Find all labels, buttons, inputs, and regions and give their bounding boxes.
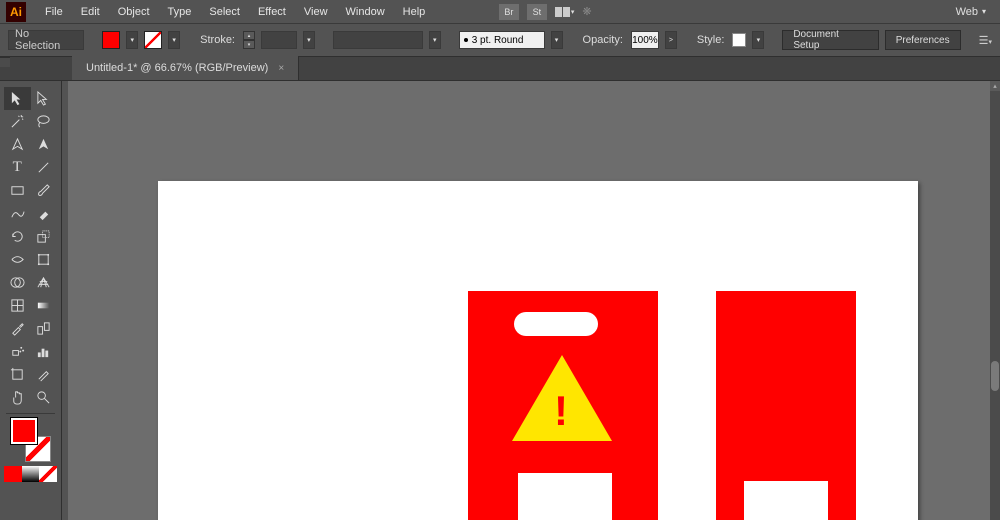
menu-view[interactable]: View xyxy=(295,6,337,18)
menu-bar: Ai File Edit Object Type Select Effect V… xyxy=(0,0,1000,24)
leg-cutout xyxy=(744,481,828,520)
magic-wand-tool[interactable] xyxy=(4,110,31,133)
artboard-tool[interactable] xyxy=(4,363,31,386)
stroke-dropdown[interactable]: ▾ xyxy=(168,31,180,49)
graphic-style-swatch[interactable] xyxy=(732,33,746,47)
color-mode-solid[interactable] xyxy=(4,466,22,482)
document-tab-strip: Untitled-1* @ 66.67% (RGB/Preview) × xyxy=(0,57,1000,81)
document-tab[interactable]: Untitled-1* @ 66.67% (RGB/Preview) × xyxy=(72,56,299,80)
artboard[interactable]: ! xyxy=(158,181,918,520)
profile-name: 3 pt. Round xyxy=(472,35,524,46)
canvas-area[interactable]: ! xyxy=(68,81,990,520)
perspective-grid-tool[interactable] xyxy=(31,271,58,294)
close-tab-icon[interactable]: × xyxy=(278,63,284,74)
opacity-label: Opacity: xyxy=(581,34,625,46)
leg-cutout xyxy=(518,473,612,520)
app-logo-icon: Ai xyxy=(6,2,26,22)
workspace-label: Web xyxy=(956,6,978,18)
fill-swatch[interactable] xyxy=(102,31,120,49)
slice-tool[interactable] xyxy=(31,363,58,386)
rectangle-tool[interactable] xyxy=(4,179,31,202)
brush-dropdown[interactable]: ▾ xyxy=(429,31,441,49)
selection-indicator: No Selection xyxy=(8,30,84,50)
shape-builder-tool[interactable] xyxy=(4,271,31,294)
shaper-tool[interactable] xyxy=(4,202,31,225)
tools-panel: T xyxy=(0,81,62,520)
eraser-tool[interactable] xyxy=(31,202,58,225)
scale-tool[interactable] xyxy=(31,225,58,248)
menu-type[interactable]: Type xyxy=(159,6,201,18)
paintbrush-tool[interactable] xyxy=(31,179,58,202)
document-setup-button[interactable]: Document Setup xyxy=(782,30,878,50)
lasso-tool[interactable] xyxy=(31,110,58,133)
stroke-weight-field[interactable] xyxy=(261,31,297,49)
scroll-up-icon[interactable]: ▴ xyxy=(990,81,1000,91)
panel-dock-grip[interactable] xyxy=(0,57,10,67)
scroll-thumb[interactable] xyxy=(991,361,999,391)
color-mode-none[interactable] xyxy=(39,466,57,482)
control-bar: No Selection ▾ ▾ Stroke: ▴▾ ▾ ▾ 3 pt. Ro… xyxy=(0,24,1000,57)
rotate-tool[interactable] xyxy=(4,225,31,248)
opacity-dropdown[interactable]: > xyxy=(665,31,677,49)
menu-help[interactable]: Help xyxy=(394,6,435,18)
dot-icon xyxy=(464,38,468,42)
brush-definition[interactable] xyxy=(333,31,423,49)
selection-tool[interactable] xyxy=(4,87,31,110)
exclamation-icon: ! xyxy=(554,387,568,435)
menu-file[interactable]: File xyxy=(36,6,72,18)
profile-dropdown[interactable]: ▾ xyxy=(551,31,563,49)
blend-tool[interactable] xyxy=(31,317,58,340)
caution-sign-shape[interactable]: ! xyxy=(468,291,658,520)
stroke-swatch[interactable] xyxy=(144,31,162,49)
pen-tool[interactable] xyxy=(4,133,31,156)
menu-object[interactable]: Object xyxy=(109,6,159,18)
stroke-weight-stepper[interactable]: ▴▾ xyxy=(243,31,255,49)
style-dropdown[interactable]: ▾ xyxy=(752,31,764,49)
arrange-docs-icon[interactable]: ▾ xyxy=(555,7,575,17)
variable-width-profile[interactable]: 3 pt. Round xyxy=(459,31,545,49)
style-label: Style: xyxy=(695,34,727,46)
stroke-weight-dropdown[interactable]: ▾ xyxy=(303,31,315,49)
eyedropper-tool[interactable] xyxy=(4,317,31,340)
line-tool[interactable] xyxy=(31,156,58,179)
chevron-down-icon: ▾ xyxy=(982,7,986,16)
gpu-icon[interactable]: ❋ xyxy=(582,5,591,18)
preferences-button[interactable]: Preferences xyxy=(885,30,961,50)
fill-color-swatch[interactable] xyxy=(11,418,37,444)
symbol-sprayer-tool[interactable] xyxy=(4,340,31,363)
free-transform-tool[interactable] xyxy=(31,248,58,271)
width-tool[interactable] xyxy=(4,248,31,271)
menu-select[interactable]: Select xyxy=(200,6,249,18)
document-tab-title: Untitled-1* @ 66.67% (RGB/Preview) xyxy=(86,62,268,74)
type-tool[interactable]: T xyxy=(4,156,31,179)
menu-edit[interactable]: Edit xyxy=(72,6,109,18)
menu-effect[interactable]: Effect xyxy=(249,6,295,18)
fill-stroke-swatches[interactable] xyxy=(11,418,51,462)
color-mode-gradient[interactable] xyxy=(22,466,40,482)
workspace-switcher[interactable]: Web ▾ xyxy=(948,6,994,18)
vertical-scrollbar[interactable]: ▴ xyxy=(990,81,1000,520)
fill-dropdown[interactable]: ▾ xyxy=(126,31,138,49)
curvature-tool[interactable] xyxy=(31,133,58,156)
red-rectangle-shape[interactable] xyxy=(716,291,856,520)
zoom-tool[interactable] xyxy=(31,386,58,409)
hand-tool[interactable] xyxy=(4,386,31,409)
mesh-tool[interactable] xyxy=(4,294,31,317)
handle-slot xyxy=(514,312,598,336)
stock-button[interactable]: St xyxy=(527,4,547,20)
direct-selection-tool[interactable] xyxy=(31,87,58,110)
bridge-button[interactable]: Br xyxy=(499,4,519,20)
opacity-field[interactable]: 100% xyxy=(631,31,659,49)
align-flyout-icon[interactable]: ☰▾ xyxy=(979,34,992,47)
column-graph-tool[interactable] xyxy=(31,340,58,363)
stroke-label: Stroke: xyxy=(198,34,237,46)
menu-window[interactable]: Window xyxy=(337,6,394,18)
gradient-tool[interactable] xyxy=(31,294,58,317)
